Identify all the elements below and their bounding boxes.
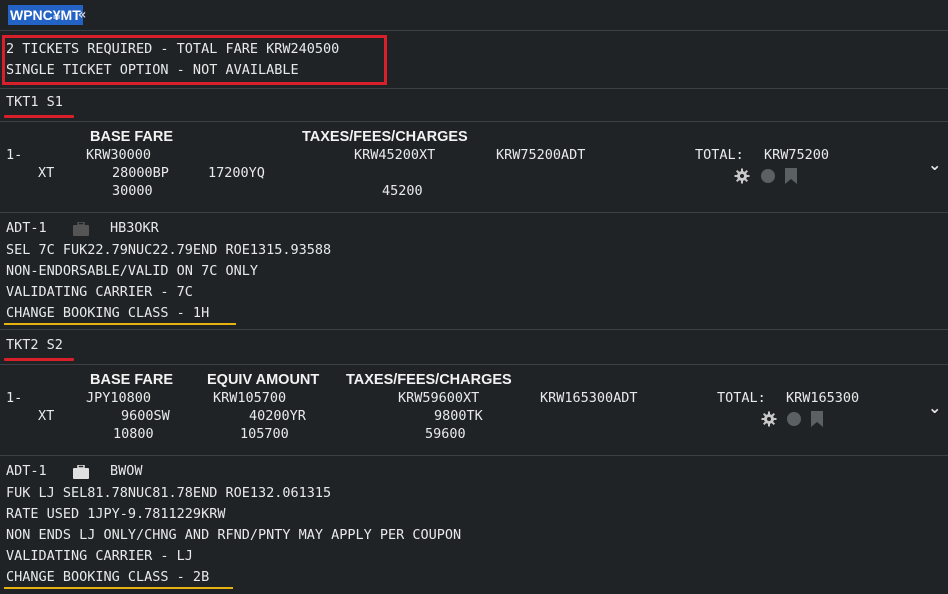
ticket2-xt-label: XT (38, 408, 55, 424)
ticket2-sub-base: 10800 (113, 426, 154, 442)
ticket1-endorsement: NON-ENDORSABLE/VALID ON 7C ONLY (6, 263, 258, 279)
separator (0, 88, 948, 89)
ticket2-sub-equiv: 105700 (240, 426, 289, 442)
ticket1-adt-total: KRW75200ADT (496, 147, 586, 163)
ticket1-sub-base: 30000 (112, 183, 153, 199)
baggage-icon (73, 222, 89, 236)
ticket2-validating-carrier: VALIDATING CARRIER - LJ (6, 548, 193, 564)
ticket2-underline (4, 358, 74, 361)
ticket1-xt-yq: 17200YQ (208, 165, 265, 181)
ticket1-row-index: 1- (6, 147, 23, 163)
ticket1-validating-carrier: VALIDATING CARRIER - 7C (6, 284, 193, 300)
ticket2-total-label: TOTAL: (717, 390, 766, 406)
ticket2-fare-basis: BWOW (110, 463, 143, 479)
command-input[interactable]: WPNC¥MT (8, 5, 83, 25)
bookmark-icon[interactable] (784, 168, 798, 184)
ticket1-taxes: KRW45200XT (354, 147, 436, 163)
bookmark-icon[interactable] (810, 411, 824, 427)
gear-icon[interactable] (761, 411, 777, 427)
ticket2-endorsement: NON ENDS LJ ONLY/CHNG AND RFND/PNTY MAY … (6, 527, 462, 543)
summary-total-fare: 2 TICKETS REQUIRED - TOTAL FARE KRW24050… (6, 41, 340, 57)
ticket1-total-value: KRW75200 (764, 147, 830, 163)
ticket1-change-booking-class: CHANGE BOOKING CLASS - 1H (6, 305, 210, 321)
ticket1-underline (4, 115, 74, 118)
separator (0, 212, 948, 213)
separator (0, 30, 948, 31)
ticket1-fare-calc: SEL 7C FUK22.79NUC22.79END ROE1315.93588 (6, 242, 332, 258)
collapse-arrow-icon[interactable]: « (78, 5, 86, 25)
ticket2-total-value: KRW165300 (786, 390, 860, 406)
separator (0, 121, 948, 122)
summary-single-ticket: SINGLE TICKET OPTION - NOT AVAILABLE (6, 62, 299, 78)
ticket2-rate-used: RATE USED 1JPY-9.7811229KRW (6, 506, 226, 522)
ticket1-header[interactable]: TKT1 S1 (6, 92, 63, 113)
ticket1-passenger: ADT-1 (6, 220, 47, 236)
chevron-down-icon[interactable]: ⌄ (928, 398, 941, 417)
circle-icon[interactable] (786, 411, 802, 427)
ticket2-passenger: ADT-1 (6, 463, 47, 479)
ticket1-change-class-underline (4, 323, 236, 325)
ticket2-header[interactable]: TKT2 S2 (6, 335, 63, 356)
ticket1-fare-basis: HB3OKR (110, 220, 159, 236)
ticket1-total-label: TOTAL: (695, 147, 744, 163)
ticket2-fare-calc: FUK LJ SEL81.78NUC81.78END ROE132.061315 (6, 485, 332, 501)
ticket2-sub-taxes: 59600 (425, 426, 466, 442)
ticket1-sub-taxes: 45200 (382, 183, 423, 199)
gear-icon[interactable] (734, 168, 750, 184)
ticket1-xt-label: XT (38, 165, 55, 181)
separator (0, 364, 948, 365)
ticket2-row-index: 1- (6, 390, 23, 406)
ticket2-adt-total: KRW165300ADT (540, 390, 638, 406)
ticket2-change-booking-class: CHANGE BOOKING CLASS - 2B (6, 569, 210, 585)
baggage-icon (73, 465, 89, 479)
ticket2-change-class-underline (4, 587, 233, 589)
chevron-down-icon[interactable]: ⌄ (928, 155, 941, 174)
circle-icon[interactable] (760, 168, 776, 184)
separator (0, 329, 948, 330)
separator (0, 455, 948, 456)
